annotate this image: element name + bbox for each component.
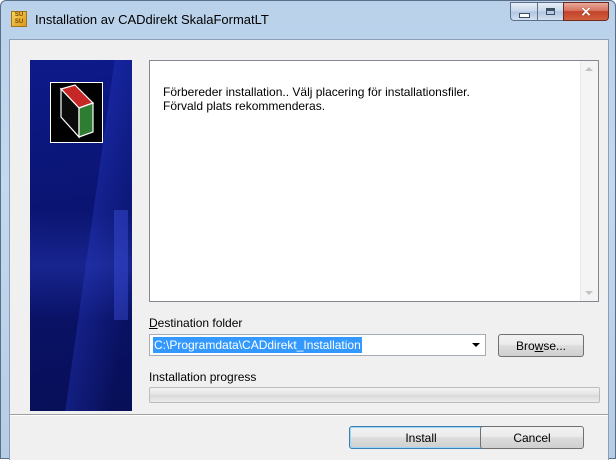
vertical-scrollbar[interactable] bbox=[580, 61, 598, 301]
side-banner bbox=[30, 60, 132, 411]
title-bar[interactable]: SU SU Installation av CADdirekt SkalaForm… bbox=[1, 1, 615, 39]
destination-folder-label: Destination folder bbox=[149, 316, 242, 330]
footer-separator bbox=[10, 414, 608, 416]
destination-folder-value: C:\Programdata\CADdirekt_Installation bbox=[153, 337, 362, 353]
close-icon: × bbox=[580, 3, 592, 20]
cad-logo bbox=[50, 82, 103, 143]
install-button[interactable]: Install bbox=[349, 426, 493, 449]
scroll-up-icon[interactable] bbox=[585, 67, 593, 71]
browse-button[interactable]: Browse... bbox=[498, 334, 584, 357]
window-controls: × bbox=[510, 2, 609, 22]
browse-button-label: Browse... bbox=[515, 338, 567, 353]
minimize-icon bbox=[518, 12, 530, 18]
window-title: Installation av CADdirekt SkalaFormatLT bbox=[35, 12, 269, 27]
cad-logo-icon bbox=[59, 84, 95, 139]
installation-progress-label: Installation progress bbox=[149, 370, 257, 384]
scroll-down-icon[interactable] bbox=[585, 291, 593, 295]
maximize-button[interactable] bbox=[537, 2, 563, 21]
minimize-button[interactable] bbox=[510, 2, 537, 21]
app-installer-icon: SU SU bbox=[11, 11, 27, 27]
info-message: Förbereder installation.. Välj placering… bbox=[163, 85, 470, 113]
installer-window: SU SU Installation av CADdirekt SkalaForm… bbox=[0, 0, 616, 460]
chevron-down-icon[interactable] bbox=[472, 343, 480, 347]
maximize-icon bbox=[546, 8, 555, 15]
banner-decoration bbox=[114, 210, 128, 320]
destination-folder-label-accel: D bbox=[149, 316, 158, 330]
installation-progress-bar bbox=[149, 387, 600, 403]
dialog-client-area: Förbereder installation.. Välj placering… bbox=[9, 39, 609, 460]
cancel-button[interactable]: Cancel bbox=[480, 426, 584, 449]
destination-folder-label-rest: estination folder bbox=[157, 316, 243, 330]
destination-folder-combo[interactable]: C:\Programdata\CADdirekt_Installation bbox=[149, 334, 486, 356]
info-textbox[interactable]: Förbereder installation.. Välj placering… bbox=[149, 60, 599, 302]
close-button[interactable]: × bbox=[563, 2, 609, 21]
